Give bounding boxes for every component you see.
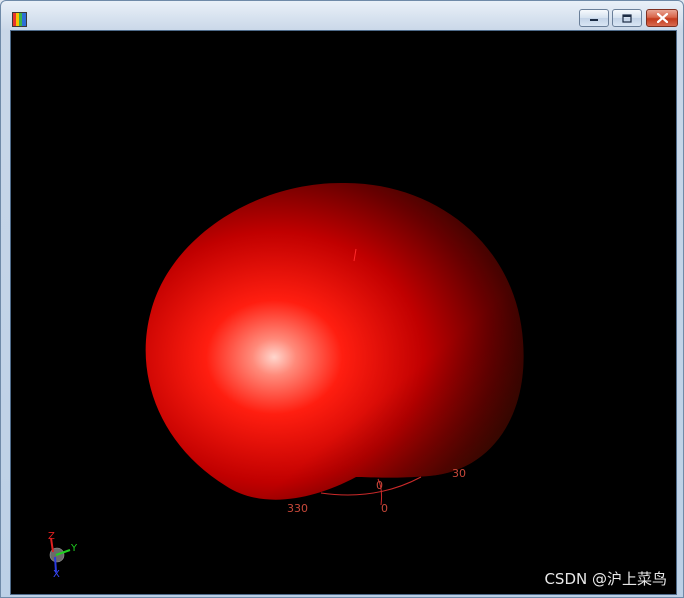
orientation-triad: Z Y X [48, 531, 78, 580]
tick-label-330: 330 [287, 502, 308, 515]
tick-label-0-bottom: 0 [381, 502, 388, 515]
minimize-button[interactable] [579, 9, 609, 27]
3d-viewport[interactable]: 330 0 30 0 Z Y X CSDN @沪上菜鸟 [10, 30, 677, 595]
y-axis-label: Y [70, 543, 78, 554]
minimize-icon [590, 19, 598, 21]
maximize-button[interactable] [612, 9, 642, 27]
rainbow-app-icon [12, 12, 27, 27]
tick-label-0-center: 0 [376, 479, 383, 492]
lobe-shading [145, 182, 524, 500]
watermark-text: CSDN @沪上菜鸟 [544, 570, 667, 588]
close-icon [656, 13, 668, 23]
z-axis-label: Z [48, 531, 55, 542]
title-bar[interactable] [1, 1, 683, 29]
3d-scene: 330 0 30 0 Z Y X [48, 182, 524, 580]
tick-label-30: 30 [452, 467, 466, 480]
x-axis-label: X [53, 569, 60, 580]
close-button[interactable] [646, 9, 678, 27]
app-window: 330 0 30 0 Z Y X CSDN @沪上菜鸟 [0, 0, 684, 598]
maximize-icon [622, 13, 632, 23]
